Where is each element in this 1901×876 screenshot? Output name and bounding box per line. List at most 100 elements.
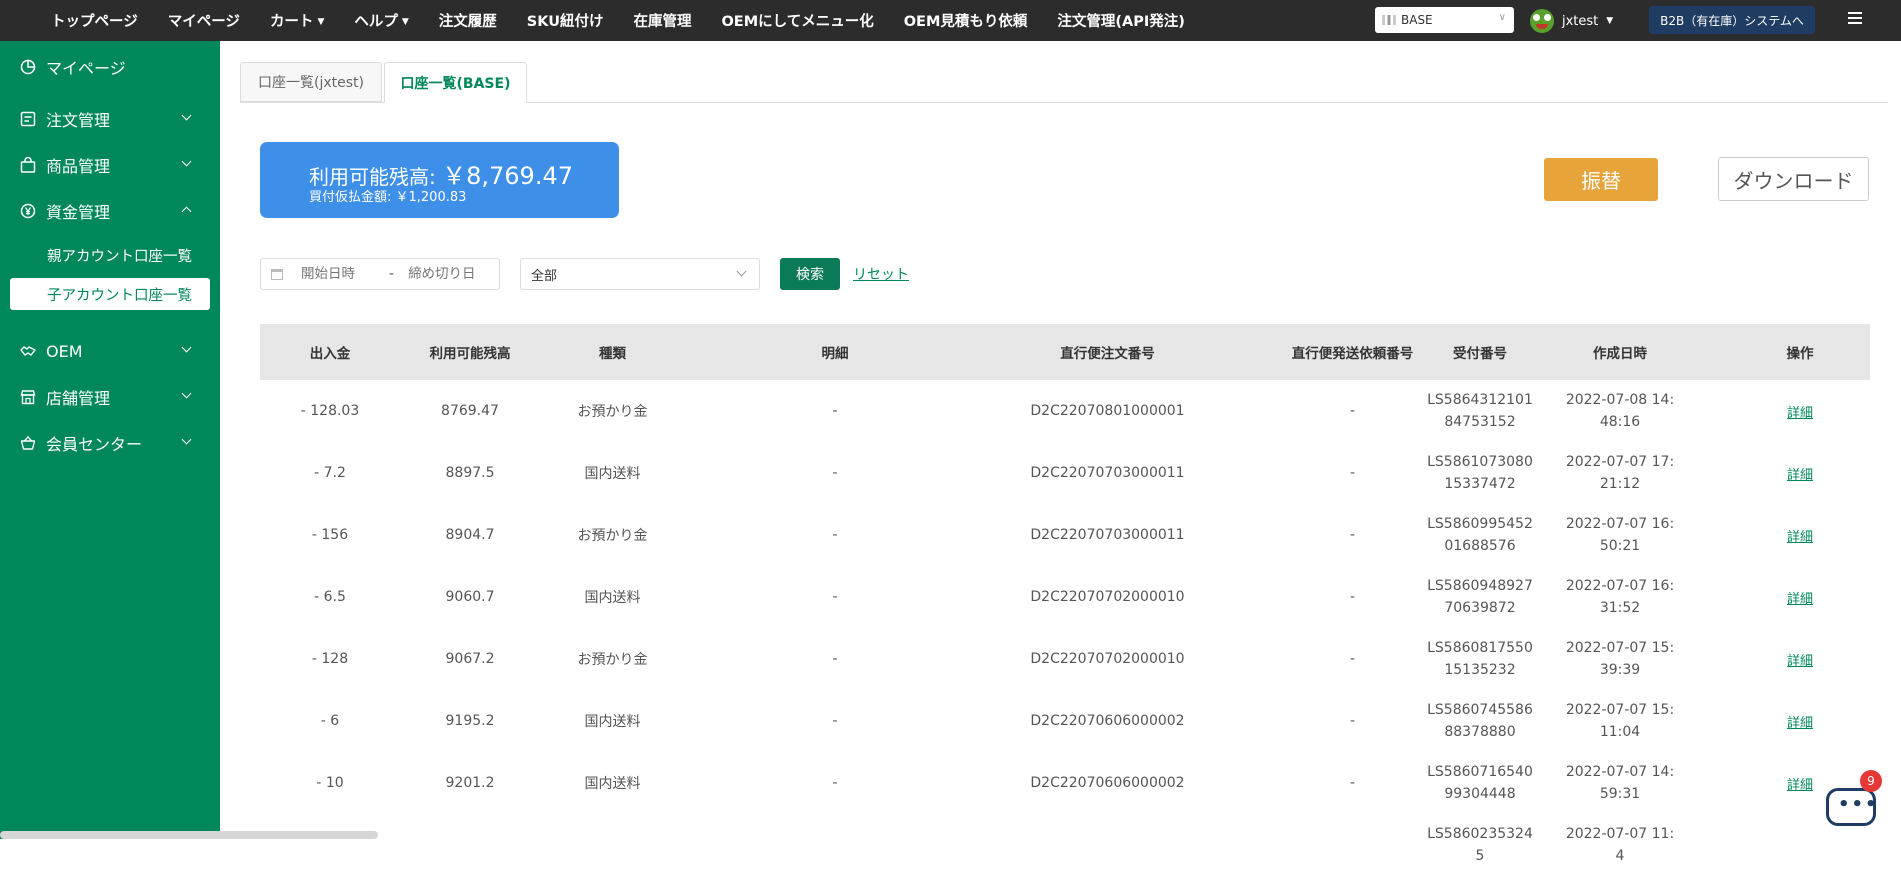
horizontal-scrollbar[interactable]	[0, 831, 378, 839]
cell-receipt-no: LS586099545201688576	[1427, 516, 1533, 554]
type-select[interactable]: 全部	[520, 258, 760, 290]
transfer-button[interactable]: 振替	[1544, 158, 1658, 201]
cell-receipt-no: LS586081755015135232	[1427, 640, 1533, 678]
date-separator: -	[389, 266, 395, 282]
column-header: 直行便注文番号	[1060, 346, 1155, 362]
date-range-picker[interactable]: -	[260, 258, 500, 290]
table-row: - 6 9195.2 国内送料 - D2C22070606000002- LS586074…	[260, 690, 1870, 752]
cell-order-no: D2C22070606000002	[1030, 775, 1185, 791]
shop-logo-icon	[1382, 15, 1396, 25]
end-date-input[interactable]	[406, 265, 489, 283]
cell-balance: 8897.5	[445, 465, 495, 481]
column-header: 種類	[599, 346, 626, 362]
column-header: 利用可能残高	[429, 346, 511, 362]
topnav-item[interactable]: OEMにしてメニュー化	[721, 10, 873, 31]
chat-dots: •••	[1838, 794, 1879, 815]
cell-receipt-no: LS586107308015337472	[1427, 454, 1533, 492]
basket-icon	[20, 435, 36, 451]
search-button[interactable]: 検索	[780, 258, 840, 290]
topnav-item[interactable]: トップページ	[51, 10, 138, 31]
download-button[interactable]: ダウンロード	[1718, 157, 1869, 201]
sidebar-item-members[interactable]: 会員センター	[0, 423, 220, 463]
sidebar-item-oem[interactable]: OEM	[0, 331, 220, 371]
balance-card: 利用可能残高: ￥8,769.47 買付仮払金額: ￥1,200.83	[260, 142, 619, 218]
pie-chart-icon	[20, 59, 36, 75]
caret-down-icon: ▼	[401, 17, 409, 27]
sidebar-item-label: 店舗管理	[46, 389, 111, 408]
cell-detail: -	[832, 713, 838, 729]
cell-amount: - 128	[311, 651, 349, 667]
topnav-item[interactable]: SKU紐付け	[527, 10, 604, 31]
cell-receipt-no: LS58602353245	[1427, 826, 1533, 864]
sidebar-item-products[interactable]: 商品管理	[0, 145, 220, 185]
cell-detail: -	[832, 465, 838, 481]
cell-action: 詳細	[1760, 380, 1840, 442]
chat-widget[interactable]: ••• 9	[1826, 770, 1882, 830]
topnav-item[interactable]: OEM見積もり依頼	[904, 10, 1028, 31]
chevron-up-icon	[181, 206, 192, 217]
sidebar-item-funds[interactable]: 資金管理	[0, 191, 220, 231]
username: jxtest	[1562, 13, 1599, 29]
cell-created: 2022-07-07 14:59:31	[1565, 764, 1675, 802]
detail-link[interactable]: 詳細	[1787, 464, 1813, 483]
chevron-down-icon	[181, 156, 192, 167]
sidebar-item-orders[interactable]: 注文管理	[0, 99, 220, 139]
cell-order-no: D2C22070801000001	[1030, 403, 1185, 419]
detail-link[interactable]: 詳細	[1787, 650, 1813, 669]
user-menu[interactable]: jxtest ▼	[1530, 8, 1613, 34]
provisional-payment-amount: 買付仮払金額: ￥1,200.83	[309, 190, 467, 205]
topnav-item[interactable]: カート ▼	[270, 10, 324, 31]
cell-detail: -	[832, 589, 838, 605]
table-row: LS58602353245 2022-07-07 11:4	[260, 814, 1870, 876]
shop-select[interactable]: BASE ∨	[1375, 7, 1514, 33]
cell-action: 詳細	[1760, 504, 1840, 566]
chevron-down-icon	[736, 266, 747, 277]
table-row: - 156 8904.7 お預かり金 - D2C22070703000011- LS586…	[260, 504, 1870, 566]
topnav-item[interactable]: 注文管理(API発注)	[1057, 10, 1185, 31]
topnav-item-label: OEMにしてメニュー化	[721, 14, 874, 30]
detail-link[interactable]: 詳細	[1787, 712, 1813, 731]
topnav-item[interactable]: 注文履歴	[439, 10, 497, 31]
sidebar-subitem-parent-accounts[interactable]: 親アカウント口座一覧	[10, 239, 210, 271]
sidebar-item-mypage[interactable]: マイページ	[0, 47, 220, 87]
cell-amount: - 156	[311, 527, 349, 543]
chevron-down-icon	[181, 342, 192, 353]
sidebar-item-label: 資金管理	[46, 203, 111, 222]
topnav-item[interactable]: 在庫管理	[633, 10, 691, 31]
top-nav: トップページ マイページ カート ▼ ヘルプ ▼ 注文履歴 SKU紐付け 在庫管理 OEMにしてメ…	[36, 0, 1200, 41]
detail-link[interactable]: 詳細	[1787, 526, 1813, 545]
chevron-down-icon	[181, 388, 192, 399]
tab-account-base[interactable]: 口座一覧(BASE)	[384, 62, 527, 103]
cell-type: お預かり金	[577, 652, 648, 668]
cell-action: 詳細	[1760, 566, 1840, 628]
detail-link[interactable]: 詳細	[1787, 774, 1813, 793]
topnav-item-label: 注文管理(API発注)	[1057, 14, 1185, 30]
b2b-system-button[interactable]: B2B（有在庫）システムへ	[1649, 6, 1815, 34]
detail-link[interactable]: 詳細	[1787, 588, 1813, 607]
tab-account-jxtest[interactable]: 口座一覧(jxtest)	[240, 62, 382, 102]
sidebar-item-stores[interactable]: 店舗管理	[0, 377, 220, 417]
topnav-item[interactable]: マイページ	[168, 10, 240, 31]
cell-amount: - 10	[316, 775, 344, 791]
hamburger-menu-icon[interactable]	[1848, 12, 1862, 26]
column-header: 明細	[821, 346, 849, 362]
cell-balance: 9060.7	[445, 589, 495, 605]
yen-coin-icon	[20, 203, 36, 219]
chevron-down-icon	[181, 110, 192, 121]
cell-type: お預かり金	[577, 404, 648, 420]
start-date-input[interactable]	[299, 265, 381, 283]
reset-link[interactable]: リセット	[853, 264, 909, 284]
cell-type: 国内送料	[584, 590, 641, 606]
detail-link[interactable]: 詳細	[1787, 402, 1813, 421]
topnav-item-label: トップページ	[51, 14, 138, 30]
chevron-down-icon	[181, 434, 192, 445]
caret-down-icon: ▼	[317, 17, 325, 27]
cell-type: 国内送料	[584, 776, 641, 792]
sidebar-subitem-child-accounts[interactable]: 子アカウント口座一覧	[10, 278, 210, 310]
topnav-item[interactable]: ヘルプ ▼	[354, 10, 408, 31]
type-select-value: 全部	[531, 268, 558, 284]
cell-created: 2022-07-07 15:11:04	[1565, 702, 1675, 740]
table-header: 出入金 利用可能残高 種類 明細 直行便注文番号 直行便発送依頼番号 受付番号 作成日時 操作	[260, 324, 1870, 380]
sidebar-item-label: マイページ	[46, 59, 126, 78]
cell-balance: 8769.47	[441, 403, 499, 419]
